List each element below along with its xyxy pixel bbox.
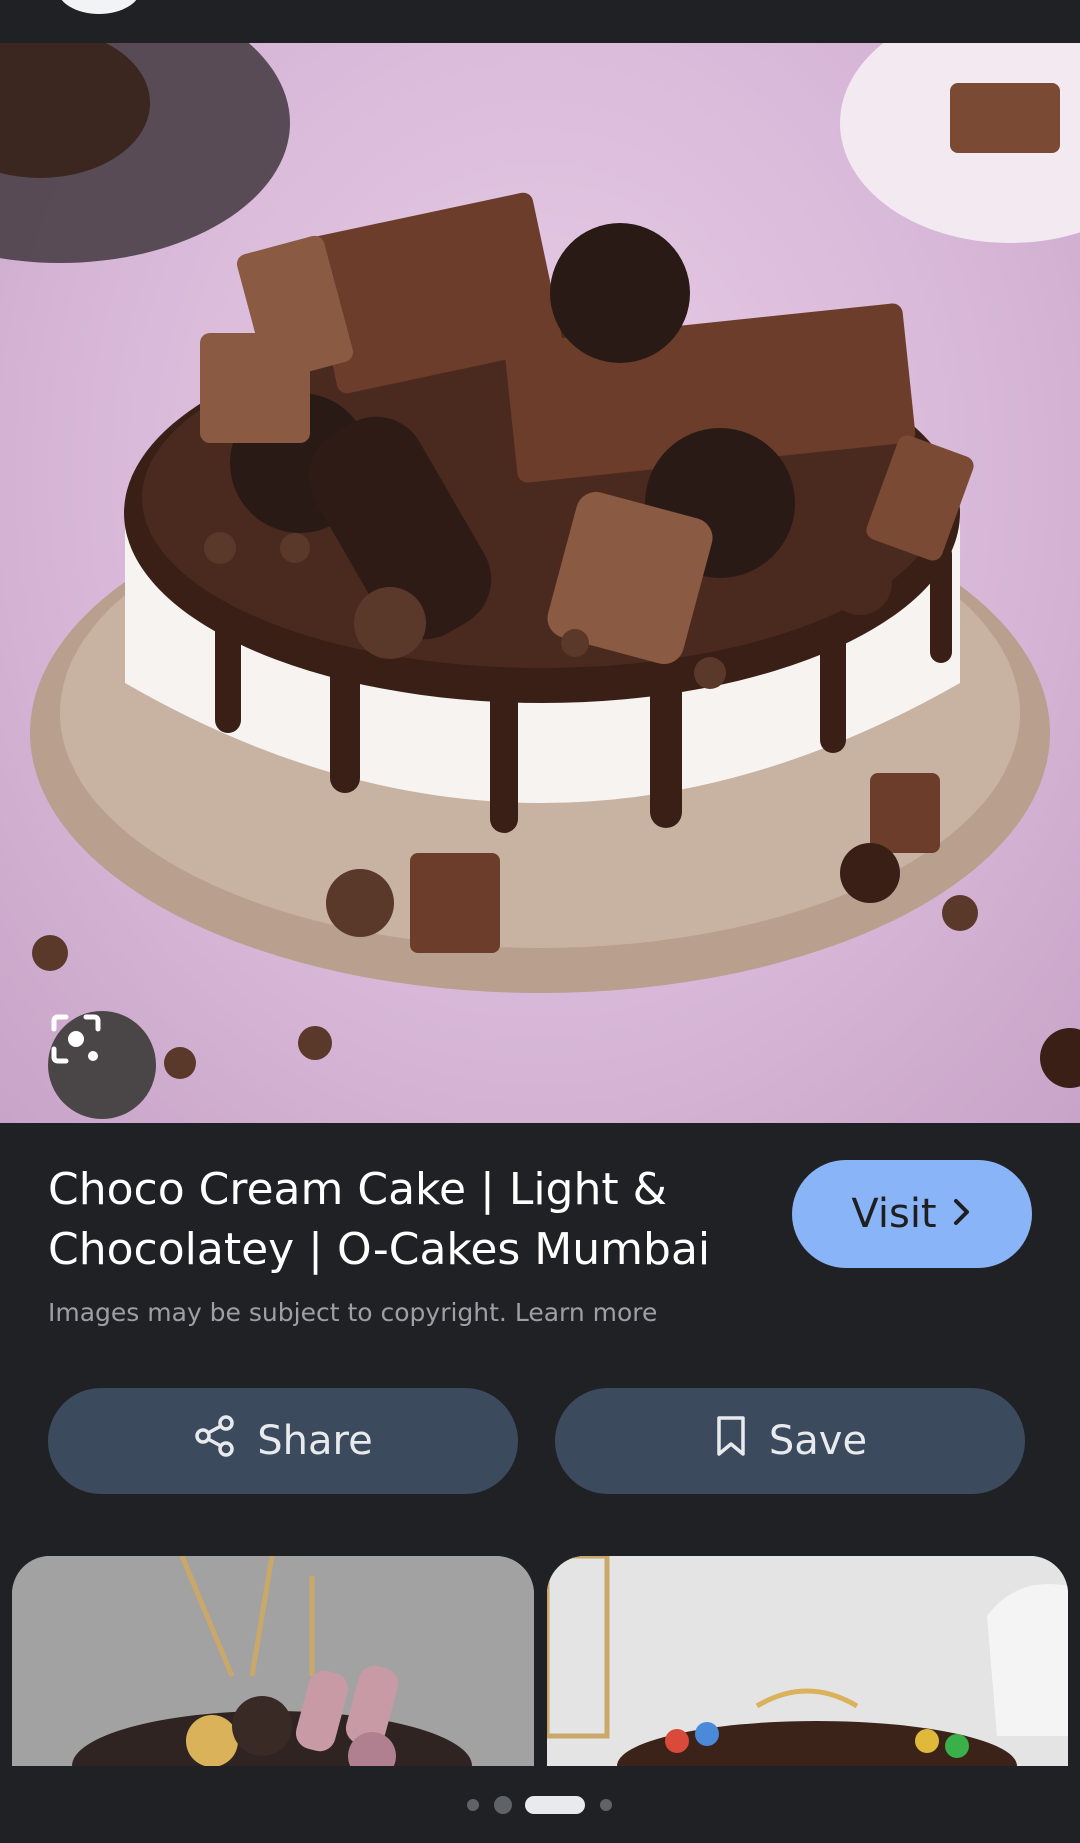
share-label: Share	[257, 1418, 373, 1464]
save-button[interactable]: Save	[555, 1388, 1025, 1494]
page-dot-4	[600, 1799, 612, 1811]
bookmark-icon	[713, 1414, 749, 1468]
cake-illustration	[0, 43, 1080, 1088]
copyright-notice: Images may be subject to copyright. Lear…	[48, 1298, 657, 1327]
page-dot-3-active	[525, 1796, 585, 1814]
top-bar	[0, 0, 1080, 43]
avatar[interactable]	[57, 0, 141, 14]
learn-more-link[interactable]: Learn more	[515, 1298, 658, 1327]
related-image-2[interactable]	[547, 1556, 1068, 1766]
result-title[interactable]: Choco Cream Cake | Light & Chocolatey | …	[48, 1160, 748, 1280]
share-button[interactable]: Share	[48, 1388, 518, 1494]
lens-button[interactable]	[48, 1011, 156, 1119]
main-image[interactable]	[0, 43, 1080, 1123]
page-dot-1	[467, 1799, 479, 1811]
save-label: Save	[768, 1418, 868, 1464]
visit-label: Visit	[851, 1191, 937, 1237]
related-image-1[interactable]	[12, 1556, 534, 1766]
chevron-right-icon	[951, 1191, 973, 1237]
related-image-1-graphic	[12, 1556, 534, 1766]
related-image-2-graphic	[547, 1556, 1068, 1766]
share-icon	[193, 1414, 237, 1468]
copyright-text: Images may be subject to copyright.	[48, 1298, 507, 1327]
page-dot-2	[494, 1796, 512, 1814]
visit-button[interactable]: Visit	[792, 1160, 1032, 1268]
